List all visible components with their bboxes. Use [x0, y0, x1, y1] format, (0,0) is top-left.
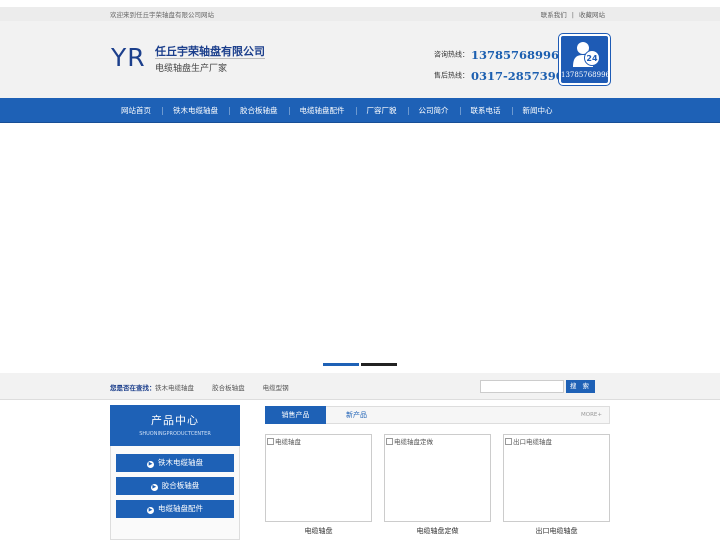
top-link-divider: |: [571, 11, 574, 19]
product-center-subtitle: SHUONINGPRODUCTCENTER: [139, 431, 211, 437]
chevron-right-icon: ▶: [150, 484, 158, 491]
nav-item-factory[interactable]: 厂容厂貌: [355, 98, 408, 123]
category-label: 电缆轴盘配件: [158, 504, 203, 513]
product-image-placeholder: 出口电缆轴盘: [505, 436, 552, 446]
slider-dots: [323, 363, 397, 366]
category-reel-parts[interactable]: ▶ 电缆轴盘配件: [116, 500, 234, 518]
nav-item-reel-parts[interactable]: 电缆轴盘配件: [288, 98, 356, 123]
product-caption[interactable]: 电缆轴盘定做: [384, 526, 491, 536]
product-card[interactable]: 电缆轴盘: [265, 434, 372, 522]
product-center-header: 产品中心 SHUONINGPRODUCTCENTER: [110, 405, 240, 446]
product-image-placeholder: 电缆轴盘: [267, 436, 301, 446]
slider-dot-active[interactable]: [323, 363, 359, 366]
product-tabs: 销售产品 新产品 MORE+: [265, 406, 610, 424]
logo[interactable]: YR: [111, 43, 146, 72]
hotline-number: 0317-2857390: [471, 68, 564, 83]
nav-item-about[interactable]: 公司简介: [407, 98, 460, 123]
site-header: YR 任丘宇荣轴盘有限公司 电缆轴盘生产厂家 咨询热线： 13785768996 …: [0, 21, 720, 98]
category-label: 胶合板轴盘: [161, 481, 200, 490]
category-plywood-reel[interactable]: ▶ 胶合板轴盘: [116, 477, 234, 495]
nav-item-home[interactable]: 网站首页: [110, 98, 162, 123]
top-bar: 欢迎来到任丘宇荣轴盘有限公司网站 联系我们 | 收藏网站: [0, 7, 720, 21]
product-card[interactable]: 出口电缆轴盘: [503, 434, 610, 522]
badge-number: 13785768996: [561, 71, 610, 79]
hot-search-item[interactable]: 铁木电缆轴盘: [155, 384, 194, 392]
search-strip: 您是否在查找： 铁木电缆轴盘 胶合板轴盘 电缆型钢 搜 索: [0, 373, 720, 400]
hotline-aftersales: 售后热线： 0317-2857390: [434, 65, 564, 84]
slider-dot[interactable]: [361, 363, 397, 366]
hot-search-items: 铁木电缆轴盘 胶合板轴盘 电缆型钢: [155, 382, 305, 392]
bookmark-link[interactable]: 收藏网站: [579, 11, 605, 19]
product-caption[interactable]: 出口电缆轴盘: [503, 526, 610, 536]
chevron-right-icon: ▶: [147, 507, 154, 514]
product-image-placeholder: 电缆轴盘定做: [386, 436, 433, 446]
hot-search-item[interactable]: 胶合板轴盘: [212, 384, 245, 392]
chevron-right-icon: ▶: [147, 461, 154, 468]
product-center-title: 产品中心: [151, 414, 199, 427]
tab-new-products[interactable]: 新产品: [326, 406, 387, 424]
hotline-label: 咨询热线：: [434, 50, 469, 59]
tab-sales-products[interactable]: 销售产品: [265, 406, 326, 424]
nav-item-iron-wood-reel[interactable]: 铁木电缆轴盘: [162, 98, 229, 123]
category-iron-wood-reel[interactable]: ▶ 铁木电缆轴盘: [116, 454, 234, 472]
main-nav: 网站首页 铁木电缆轴盘 胶合板轴盘 电缆轴盘配件 厂容厂貌 公司简介 联系电话 …: [0, 98, 720, 123]
product-caption[interactable]: 电缆轴盘: [265, 526, 372, 536]
slogan: 电缆轴盘生产厂家: [155, 64, 228, 74]
category-label: 铁木电缆轴盘: [158, 458, 203, 467]
hot-search-item[interactable]: 电缆型钢: [263, 384, 289, 392]
hot-search-label: 您是否在查找：: [110, 384, 156, 392]
company-name: 任丘宇荣轴盘有限公司: [155, 45, 265, 58]
service-badge: 24 13785768996: [559, 34, 610, 85]
nav-item-plywood-reel[interactable]: 胶合板轴盘: [229, 98, 289, 123]
top-links: 联系我们 | 收藏网站: [541, 9, 605, 19]
hotline-label: 售后热线：: [434, 71, 469, 80]
nav-item-contact[interactable]: 联系电话: [459, 98, 512, 123]
badge-24-text: 24: [586, 54, 598, 63]
banner-slider: [0, 124, 720, 368]
company-divider: [155, 58, 265, 59]
contact-us-link[interactable]: 联系我们: [541, 11, 567, 19]
hotline-consult: 咨询热线： 13785768996: [434, 44, 559, 63]
search-button[interactable]: 搜 索: [566, 380, 595, 393]
user-24-icon: 24: [573, 42, 600, 67]
more-link[interactable]: MORE+: [581, 412, 602, 418]
nav-item-news[interactable]: 新闻中心: [511, 98, 564, 123]
hotline-number: 13785768996: [471, 47, 560, 62]
search-input[interactable]: [480, 380, 564, 393]
product-card[interactable]: 电缆轴盘定做: [384, 434, 491, 522]
welcome-text: 欢迎来到任丘宇荣轴盘有限公司网站: [110, 11, 214, 19]
